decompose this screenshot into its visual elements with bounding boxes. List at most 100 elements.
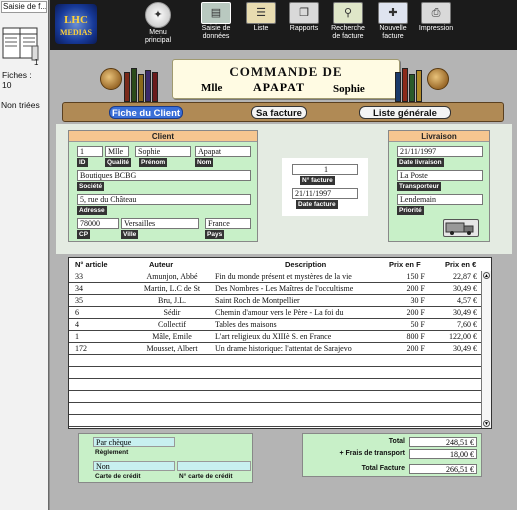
carte-number-field[interactable]: [177, 461, 251, 471]
tab-sa-facture[interactable]: Sa facture: [251, 106, 307, 119]
saisie-donnees-label: Saisie de données: [201, 25, 231, 40]
layout-selector[interactable]: Saisie de f...: [1, 1, 47, 13]
globe-icon: [427, 68, 449, 90]
cell-auteur: Mousset, Albert: [146, 344, 198, 353]
cell-auteur: Collectif: [158, 320, 186, 329]
priority-field[interactable]: Lendemain: [397, 194, 483, 205]
total-invoice-value: 266,51 €: [409, 464, 477, 474]
cell-description: Tables des maisons: [215, 320, 277, 329]
table-row[interactable]: [69, 355, 481, 367]
reglement-field[interactable]: Par chèque: [93, 437, 175, 447]
cell-prix-eur: 4,57 €: [457, 296, 477, 305]
invoice-number-field[interactable]: 1: [292, 164, 358, 175]
shipping-value[interactable]: 18,00 €: [409, 449, 477, 459]
table-row[interactable]: [69, 415, 481, 427]
cell-description: Des Nombres - Les Maîtres de l'occultism…: [215, 284, 354, 293]
carrier-field[interactable]: La Poste: [397, 170, 483, 181]
cell-auteur: Bru, J.L.: [158, 296, 186, 305]
truck-icon-graphic: [445, 222, 474, 235]
saisie-donnees-button[interactable]: ▤ Saisie de données: [196, 2, 236, 48]
invoice-date-field[interactable]: 21/11/1997: [292, 188, 358, 199]
table-row[interactable]: [69, 391, 481, 403]
client-nom-field[interactable]: Apapat: [195, 146, 251, 157]
cell-article: 33: [75, 272, 83, 281]
cell-article: 34: [75, 284, 83, 293]
truck-icon[interactable]: [443, 219, 479, 237]
new-invoice-icon: ✚: [378, 2, 408, 24]
invoice-panel: 1 N° facture 21/11/1997 Date facture: [282, 158, 368, 216]
record-number: 1: [34, 58, 39, 67]
header-banner: COMMANDE DE Mlle APAPAT Sophie: [60, 56, 500, 102]
table-row[interactable]: 35 Bru, J.L. Saint Roch de Montpellier 30 F…: [69, 295, 481, 307]
compass-icon: ✦: [145, 2, 171, 28]
impression-label: Impression: [418, 25, 454, 32]
client-prenom-field[interactable]: Sophie: [135, 146, 191, 157]
cell-prix-f: 50 F: [410, 320, 425, 329]
delivery-date-field[interactable]: 21/11/1997: [397, 146, 483, 157]
recherche-facture-button[interactable]: ⚲ Recherche de facture: [328, 2, 368, 48]
record-count: Fiches : 10: [2, 70, 32, 90]
client-id-field[interactable]: 1: [77, 146, 103, 157]
rapports-button[interactable]: ❐ Rapports: [286, 2, 322, 48]
tab-fiche-client[interactable]: Fiche du Client: [109, 106, 183, 119]
qualite-label: Qualité: [105, 158, 132, 167]
table-row[interactable]: [69, 367, 481, 379]
sort-status: Non triées: [1, 100, 40, 110]
invoice-number-label: N° facture: [300, 176, 335, 185]
table-row[interactable]: 34 Martin, L.C de St Des Nombres - Les Maî…: [69, 283, 481, 295]
app-window: Saisie de f... 1 Fiches : 10 Non triées …: [0, 0, 517, 510]
book-icon: [416, 70, 422, 102]
client-societe-field[interactable]: Boutiques BCBG: [77, 170, 251, 181]
logo-line-2: MEDIAS: [59, 28, 92, 37]
col-header-auteur: Auteur: [149, 260, 174, 269]
table-row[interactable]: 33 Amunjon, Abbé Fin du monde présent et m…: [69, 271, 481, 283]
tab-bar: Fiche du Client Sa facture Liste général…: [62, 102, 504, 122]
form-area: COMMANDE DE Mlle APAPAT Sophie Fiche du …: [50, 50, 517, 510]
client-ville-field[interactable]: Versailles: [121, 218, 199, 229]
menu-principal-button[interactable]: ✦ Menu principal: [138, 2, 178, 48]
table-row[interactable]: 172 Mousset, Albert Un drame historique: l…: [69, 343, 481, 355]
liste-label: Liste: [253, 25, 269, 32]
table-row[interactable]: [69, 403, 481, 415]
societe-label: Société: [77, 182, 105, 191]
impression-button[interactable]: ⎙ Impression: [416, 2, 456, 48]
books-decoration-left: [100, 56, 170, 102]
scroll-down-icon[interactable]: ▼: [483, 420, 490, 427]
report-icon: ❐: [289, 2, 319, 24]
cell-prix-f: 200 F: [406, 284, 425, 293]
client-adresse-field[interactable]: 5, rue du Château: [77, 194, 251, 205]
client-qualite-field[interactable]: Mlle: [105, 146, 129, 157]
table-row[interactable]: 1 Mâle, Emile L'art religieux du XIIIè S. …: [69, 331, 481, 343]
client-pays-field[interactable]: France: [205, 218, 251, 229]
scroll-up-icon[interactable]: ▲: [483, 272, 490, 279]
nouvelle-facture-button[interactable]: ✚ Nouvelle facture: [374, 2, 412, 48]
records-panel: Saisie de f... 1 Fiches : 10 Non triées: [0, 0, 49, 510]
delivery-panel: Livraison 21/11/1997 Date livraison La P…: [388, 130, 490, 242]
cell-description: Un drame historique: l'attentat de Saraj…: [215, 344, 352, 353]
cell-prix-eur: 30,49 €: [453, 308, 477, 317]
table-row[interactable]: [69, 379, 481, 391]
cell-prix-f: 150 F: [406, 272, 425, 281]
id-label: ID: [77, 158, 88, 167]
carte-credit-field[interactable]: Non: [93, 461, 175, 471]
total-invoice-label: Total Facture: [361, 465, 405, 472]
adresse-label: Adresse: [77, 206, 107, 215]
customer-last-name: APAPAT: [253, 80, 305, 94]
cell-prix-eur: 122,00 €: [449, 332, 477, 341]
table-row[interactable]: 4 Collectif Tables des maisons 50 F 7,60 €: [69, 319, 481, 331]
totals-panel: Total 248,51 € + Frais de transport 18,0…: [302, 433, 482, 477]
recherche-facture-label: Recherche de facture: [331, 25, 365, 40]
reglement-label: Règlement: [95, 449, 129, 456]
book-icon: [138, 74, 144, 102]
client-cp-field[interactable]: 78000: [77, 218, 119, 229]
cell-description: L'art religieux du XIIIè S. en France: [215, 332, 332, 341]
table-row[interactable]: 6 Sédir Chemin d'amour vers le Père - La f…: [69, 307, 481, 319]
liste-button[interactable]: ☰ Liste: [244, 2, 278, 48]
record-book-icon[interactable]: [2, 22, 40, 62]
cell-auteur: Sédir: [163, 308, 181, 317]
tab-liste-generale[interactable]: Liste générale: [359, 106, 451, 119]
carrier-label: Transporteur: [397, 182, 442, 191]
cell-article: 1: [75, 332, 79, 341]
record-count-label: Fiches :: [2, 70, 32, 80]
table-scrollbar[interactable]: ▲ ▼: [481, 271, 491, 428]
